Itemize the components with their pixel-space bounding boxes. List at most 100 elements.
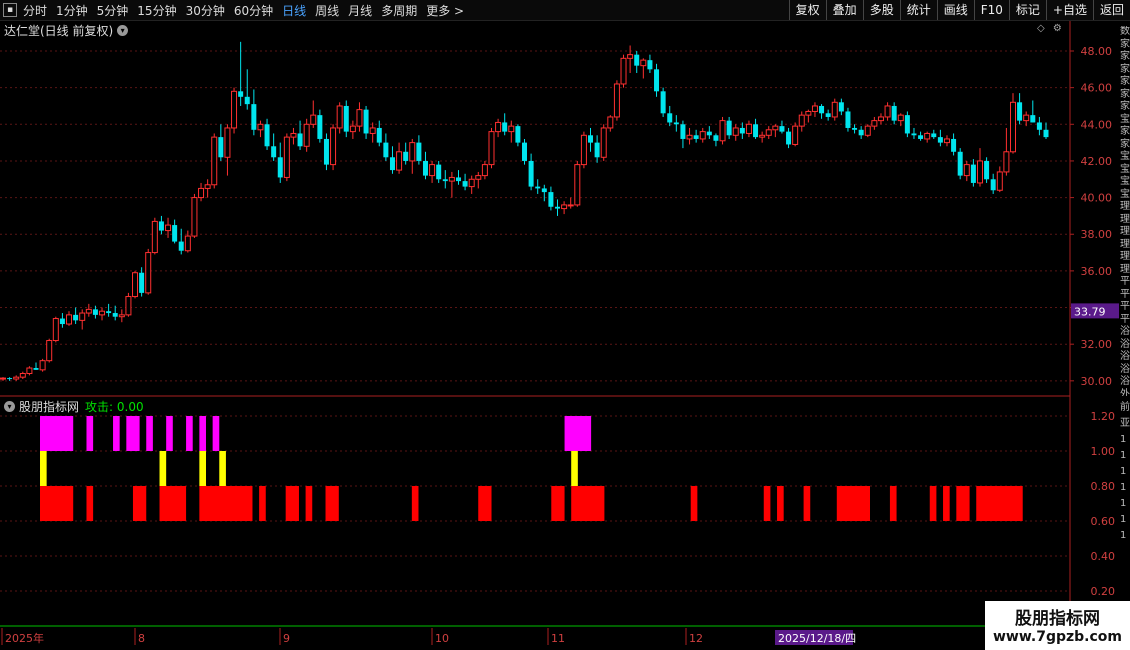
candle-body [845, 111, 851, 128]
period-tab-10[interactable]: 更多 > [426, 2, 464, 19]
candle-body [1043, 129, 1049, 138]
candle-body [891, 105, 897, 121]
toolbar-button-1[interactable]: 叠加 [825, 0, 863, 20]
candle-body [112, 313, 118, 317]
chevron-down-icon[interactable]: ▾ [4, 401, 15, 412]
chevron-down-icon[interactable]: ▾ [117, 25, 129, 36]
candle-body [224, 127, 231, 158]
price-label: 32.00 [1081, 338, 1113, 351]
candle-body [409, 142, 416, 162]
candle-body [719, 120, 726, 142]
candle-body [528, 160, 534, 187]
candle-body [271, 146, 277, 158]
candle-body [726, 120, 732, 136]
date-cursor-label: 2025/12/18/四 [778, 632, 856, 645]
candle-body [673, 122, 679, 125]
candle-body [864, 125, 871, 136]
period-tab-1[interactable]: 1分钟 [56, 2, 88, 19]
candle-body [634, 54, 640, 66]
candle-body [535, 186, 541, 189]
candle-body [838, 102, 844, 112]
indicator-title[interactable]: ▾ 股朋指标网 攻击: 0.00 [4, 398, 144, 415]
candle-body [580, 134, 587, 166]
candle-body [871, 120, 878, 127]
period-tab-6[interactable]: 日线 [282, 2, 306, 19]
candle-body [26, 367, 33, 375]
indicator-bars [40, 416, 1023, 521]
current-price-label: 33.79 [1074, 305, 1106, 318]
candle-body [904, 115, 910, 134]
toolbar-button-4[interactable]: 画线 [936, 0, 974, 20]
period-tab-4[interactable]: 30分钟 [186, 2, 225, 19]
watermark-title: 股朋指标网 [1015, 609, 1100, 629]
toolbar-button-8[interactable]: 返回 [1092, 0, 1130, 20]
candle-body [739, 127, 745, 134]
price-label: 36.00 [1081, 265, 1113, 278]
candle-body [508, 125, 515, 133]
indicator-label: 0.80 [1091, 480, 1116, 493]
candle-body [383, 142, 389, 158]
period-tab-7[interactable]: 周线 [315, 2, 339, 19]
candle-body [283, 136, 290, 178]
candle-body [475, 175, 482, 180]
indicator-label: 0.60 [1091, 515, 1116, 528]
candle-body [574, 164, 581, 206]
candle-body [1009, 101, 1016, 153]
candle-body [627, 54, 634, 59]
red-bar [777, 486, 784, 521]
candle-body [244, 96, 250, 105]
candle-body [765, 129, 772, 136]
period-tab-8[interactable]: 月线 [348, 2, 372, 19]
toolbar-button-6[interactable]: 标记 [1008, 0, 1046, 20]
candle-body [376, 127, 382, 143]
candle-body [713, 135, 719, 141]
chart-canvas[interactable]: 48.0046.0044.0042.0040.0038.0036.0034.00… [0, 0, 1130, 650]
red-bar [305, 486, 313, 521]
candle-body [52, 318, 59, 342]
candle-body [19, 373, 26, 378]
period-tab-3[interactable]: 15分钟 [137, 2, 176, 19]
red-bar [285, 486, 299, 521]
panel-control-icons: ◇ ⚙ [1037, 23, 1062, 34]
red-bar [889, 486, 897, 521]
candle-body [759, 134, 766, 138]
candle-body [877, 116, 884, 122]
window-menu-icon[interactable]: ▪ [3, 3, 17, 17]
red-bar [159, 486, 187, 521]
red-bar [132, 486, 147, 521]
candle-body [39, 360, 46, 371]
candle-body [495, 121, 502, 133]
stock-title-text: 达仁堂(日线 前复权) [4, 24, 114, 38]
toolbar-button-7[interactable]: +自选 [1045, 0, 1093, 20]
stock-title[interactable]: 达仁堂(日线 前复权) ▾ [4, 22, 129, 39]
indicator-label: 1.00 [1091, 445, 1116, 458]
date-label: 2025年 [5, 631, 44, 645]
candle-body [699, 131, 706, 140]
period-tab-0[interactable]: 分时 [23, 2, 47, 19]
magenta-bar [40, 416, 74, 451]
candle-body [7, 378, 13, 380]
toolbar-button-3[interactable]: 统计 [899, 0, 937, 20]
toolbar-button-0[interactable]: 复权 [788, 0, 826, 20]
yellow-bar [219, 451, 226, 486]
magenta-bar [146, 416, 153, 451]
candle-body [970, 164, 976, 183]
candle-body [1023, 114, 1030, 122]
period-tab-2[interactable]: 5分钟 [97, 2, 129, 19]
period-tab-5[interactable]: 60分钟 [234, 2, 273, 19]
candle-body [349, 125, 356, 133]
price-label: 44.00 [1081, 118, 1113, 131]
candle-body [667, 113, 673, 123]
settings-icon[interactable]: ⚙ [1053, 23, 1062, 34]
candle-body [811, 105, 818, 112]
candle-body [178, 241, 184, 251]
diamond-icon[interactable]: ◇ [1037, 23, 1045, 34]
toolbar-button-5[interactable]: F10 [973, 0, 1009, 20]
candle-body [310, 114, 317, 125]
candle-body [990, 179, 996, 191]
toolbar-button-2[interactable]: 多股 [862, 0, 900, 20]
red-bar [40, 486, 74, 521]
period-tab-9[interactable]: 多周期 [381, 2, 417, 19]
yellow-bar [40, 451, 47, 486]
candle-body [356, 109, 363, 127]
